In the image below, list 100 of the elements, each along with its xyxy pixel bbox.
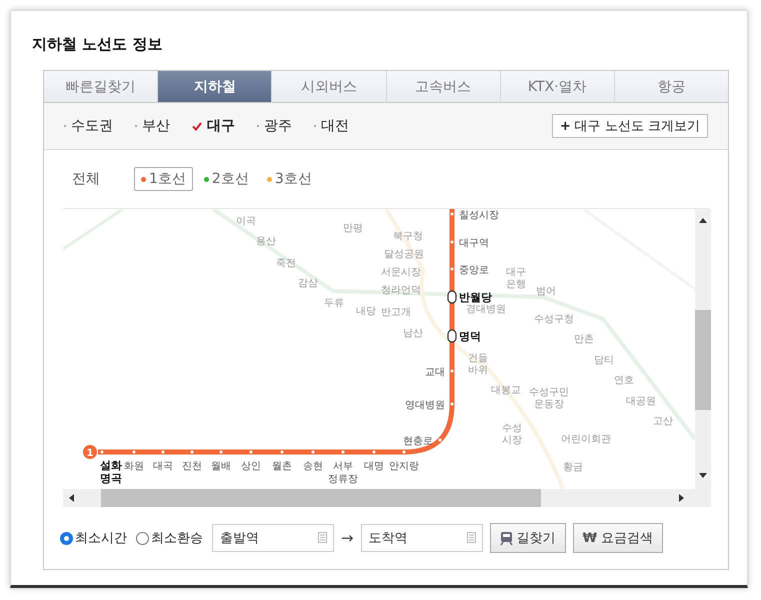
radio-icon[interactable] [60, 532, 73, 544]
station-label: 만촌 [574, 334, 594, 345]
find-route-button[interactable]: 길찾기 [490, 523, 566, 553]
station-label: 죽전 [276, 258, 296, 269]
all-lines-label[interactable]: 전체 [72, 170, 100, 188]
station-label[interactable]: 대곡 [153, 461, 173, 472]
station-label[interactable]: 현충로 [403, 436, 433, 447]
station-dot[interactable] [450, 212, 454, 216]
station-dot[interactable] [280, 450, 284, 454]
station-label: 경대병원 [466, 304, 506, 315]
station-label: 수성구청 [534, 314, 574, 325]
arrival-field[interactable]: 도착역 [360, 524, 483, 552]
station-dot[interactable] [312, 450, 314, 454]
transfer-station-icon[interactable] [447, 329, 457, 343]
station-dot[interactable] [100, 450, 104, 454]
departure-field[interactable]: 출발역 [212, 524, 334, 552]
station-label: 어린이회관 [561, 434, 611, 445]
station-label: 두류 [324, 298, 344, 309]
station-dot[interactable] [342, 450, 344, 454]
station-label[interactable]: 영대병원 [405, 400, 445, 411]
station-dot[interactable] [450, 370, 454, 372]
list-icon[interactable] [318, 532, 327, 543]
station-label[interactable]: 교대 [425, 367, 445, 378]
station-dot[interactable] [250, 450, 252, 454]
fare-search-button[interactable]: ₩ 요금검색 [572, 523, 663, 553]
scroll-left-icon[interactable] [68, 494, 74, 502]
enlarge-map-button[interactable]: + 대구 노선도 크게보기 [552, 114, 708, 138]
station-label: 수성 시장 [502, 423, 522, 446]
line-badge: 1 [83, 445, 97, 459]
station-label: 감삼 [298, 278, 318, 289]
horizontal-scrollbar[interactable] [63, 489, 695, 507]
station-label: 연호 [614, 375, 634, 386]
scroll-right-icon[interactable] [679, 494, 685, 502]
radio-icon[interactable] [136, 532, 149, 544]
station-label[interactable]: 진천 [182, 461, 202, 472]
station-dot[interactable] [162, 450, 164, 454]
station-dot[interactable] [438, 438, 442, 442]
region-link[interactable]: 대구 [192, 117, 235, 135]
region-link[interactable]: 부산 [135, 117, 170, 135]
station-label[interactable]: 중앙로 [459, 265, 489, 276]
check-icon [192, 122, 202, 130]
region-link[interactable]: 대전 [314, 117, 349, 135]
station-label: 대공원 [626, 396, 656, 407]
route-option-radio[interactable]: 최소환승 [136, 529, 203, 547]
region-link[interactable]: 광주 [257, 117, 292, 135]
station-label: 수성구민 운동장 [529, 387, 569, 410]
station-label[interactable]: 설화 명곡 [100, 459, 122, 485]
station-dot[interactable] [372, 450, 376, 454]
scroll-up-icon[interactable] [699, 217, 707, 223]
station-label: 달성공원 [384, 249, 424, 260]
station-label[interactable]: 대구역 [459, 238, 489, 249]
transport-tab[interactable]: 지하철 [158, 71, 272, 103]
arrow-text: → [341, 529, 354, 547]
station-dot[interactable] [132, 450, 136, 454]
transport-tab[interactable]: 시외버스 [272, 71, 387, 103]
page-title: 지하철 노선도 정보 [32, 35, 164, 54]
station-dot[interactable] [450, 240, 454, 244]
station-label: 반고개 [381, 307, 411, 318]
station-label[interactable]: 대명 [364, 461, 384, 472]
scroll-down-icon[interactable] [699, 473, 707, 479]
station-label[interactable]: 칠성시장 [459, 210, 499, 221]
line-filter-button[interactable]: 1호선 [134, 167, 193, 191]
station-dot[interactable] [190, 450, 194, 454]
station-label: 만평 [343, 223, 363, 234]
list-icon[interactable] [466, 532, 476, 543]
station-label: 담티 [594, 355, 614, 366]
transport-tab[interactable]: 항공 [614, 71, 728, 103]
station-label: 대구 은행 [506, 267, 526, 290]
station-label[interactable]: 화원 [124, 461, 144, 472]
station-label[interactable]: 서부 정류장 [328, 461, 358, 485]
transport-tab[interactable]: KTX·열차 [500, 71, 615, 103]
transfer-station-icon[interactable] [447, 290, 457, 304]
station-label[interactable]: 송현 [303, 461, 323, 472]
station-label: 이곡 [236, 216, 256, 227]
vertical-scrollbar[interactable] [695, 209, 711, 489]
transport-tab[interactable]: 빠른길찾기 [44, 71, 158, 103]
station-label: 범어 [536, 286, 556, 297]
station-label[interactable]: 안지랑 [389, 461, 419, 472]
station-label: 북구청 [393, 231, 423, 242]
station-label[interactable]: 월촌 [272, 461, 292, 472]
station-label: 대봉교 [491, 385, 521, 396]
station-label: 건들 바위 [468, 353, 488, 376]
station-label[interactable]: 월배 [211, 461, 231, 472]
station-dot[interactable] [402, 450, 406, 454]
station-dot[interactable] [220, 450, 222, 454]
station-label: 고산 [653, 416, 673, 427]
station-label[interactable]: 상인 [241, 461, 261, 472]
station-label: 남산 [403, 328, 423, 339]
station-label[interactable]: 반월당 [459, 291, 492, 304]
station-dot[interactable] [450, 268, 454, 270]
station-label: 황금 [563, 462, 583, 473]
station-label: 내당 [356, 306, 376, 317]
station-label: 용산 [256, 236, 276, 247]
station-dot[interactable] [450, 402, 454, 406]
region-link[interactable]: 수도권 [64, 117, 113, 135]
station-label[interactable]: 명덕 [459, 330, 481, 343]
route-option-radio[interactable]: 최소시간 [60, 529, 127, 547]
train-icon [500, 530, 513, 546]
transport-tab[interactable]: 고속버스 [386, 71, 501, 103]
station-label: 청라언덕 [381, 285, 421, 296]
